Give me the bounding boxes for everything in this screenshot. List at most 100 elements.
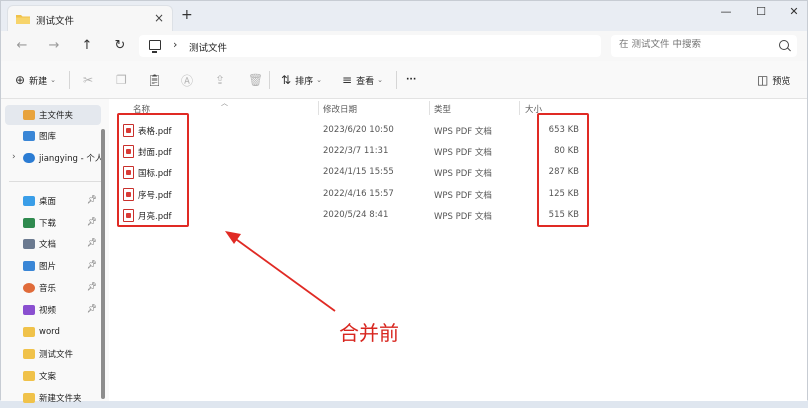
sidebar-item-pictures[interactable]: 图片 📌︎ — [5, 256, 101, 276]
more-options-button[interactable]: ··· — [406, 72, 416, 88]
chevron-down-icon: ⌄ — [377, 76, 383, 84]
tab-current-folder[interactable]: 测试文件 × — [7, 5, 173, 31]
column-divider[interactable] — [318, 101, 319, 115]
cut-icon[interactable]: ✂ — [83, 72, 93, 88]
sidebar-item-label: 测试文件 — [39, 350, 74, 360]
sidebar-item-label: 主文件夹 — [39, 111, 74, 121]
search-icon[interactable] — [779, 40, 789, 50]
file-row[interactable]: 封面.pdf 2022/3/7 11:31 WPS PDF 文档 80 KB — [109, 141, 807, 162]
sidebar-item-gallery[interactable]: 图库 — [5, 126, 101, 146]
sidebar-item-label: 视频 — [39, 306, 57, 316]
highlight-box-sizes — [537, 113, 589, 227]
preview-button-label: 预览 — [772, 76, 791, 87]
file-date: 2020/5/24 8:41 — [323, 210, 389, 220]
pin-icon[interactable]: 📌︎ — [87, 260, 97, 269]
sidebar-item-documents[interactable]: 文档 📌︎ — [5, 234, 101, 254]
new-tab-button[interactable]: + — [181, 8, 193, 22]
view-button[interactable]: ≡ 查看 ⌄ — [342, 72, 383, 88]
file-list: 名称 ︿ 修改日期 类型 大小 表格.pdf 2023/6/20 10:50 W… — [109, 99, 807, 401]
chevron-right-icon[interactable]: › — [12, 152, 16, 162]
sidebar-item-music[interactable]: 音乐 📌︎ — [5, 278, 101, 298]
maximize-button[interactable]: ☐ — [754, 5, 768, 19]
sort-button-label: 排序 — [295, 76, 314, 87]
sidebar-item-test-files[interactable]: 测试文件 — [5, 344, 101, 364]
file-explorer-window: 测试文件 × + — ☐ ✕ ← → ↑ ↻ › 测试文件 ⊕ 新建 ⌄ ✂ ❐ — [0, 0, 808, 404]
sidebar-item-home[interactable]: 主文件夹 — [5, 105, 101, 125]
pin-icon[interactable]: 📌︎ — [87, 238, 97, 247]
gallery-icon — [23, 131, 35, 141]
up-button[interactable]: ↑ — [79, 38, 95, 54]
refresh-button[interactable]: ↻ — [112, 38, 128, 54]
search-input[interactable] — [619, 39, 769, 50]
pin-icon[interactable]: 📌︎ — [87, 217, 97, 226]
preview-button[interactable]: ◫ 预览 — [757, 72, 790, 88]
share-icon[interactable]: ⇪ — [215, 72, 225, 88]
sidebar-item-label: 文档 — [39, 240, 57, 250]
sidebar-item-label: 图片 — [39, 262, 57, 272]
file-type: WPS PDF 文档 — [434, 169, 492, 179]
view-list-icon: ≡ — [342, 73, 353, 87]
sidebar-item-videos[interactable]: 视频 📌︎ — [5, 300, 101, 320]
annotation-label: 合并前 — [339, 321, 399, 345]
new-button[interactable]: ⊕ 新建 ⌄ — [15, 72, 56, 88]
folder-icon — [23, 371, 35, 381]
chevron-right-icon[interactable]: › — [173, 38, 177, 51]
file-date: 2023/6/20 10:50 — [323, 125, 394, 135]
pin-icon[interactable]: 📌︎ — [87, 304, 97, 313]
toolbar-divider — [69, 71, 70, 89]
forward-button[interactable]: → — [46, 38, 62, 54]
sort-ascending-icon: ︿ — [221, 99, 228, 107]
scrollbar-thumb[interactable] — [101, 129, 105, 399]
file-type: WPS PDF 文档 — [434, 148, 492, 158]
file-row[interactable]: 月亮.pdf 2020/5/24 8:41 WPS PDF 文档 515 KB — [109, 205, 807, 226]
sidebar-item-downloads[interactable]: 下载 📌︎ — [5, 213, 101, 233]
sort-icon: ⇅ — [281, 73, 292, 87]
folder-icon — [23, 349, 35, 359]
sidebar-item-copywriting[interactable]: 文案 — [5, 366, 101, 386]
pictures-icon — [23, 261, 35, 271]
file-row[interactable]: 国标.pdf 2024/1/15 15:55 WPS PDF 文档 287 KB — [109, 162, 807, 183]
breadcrumb-current-folder[interactable]: 测试文件 — [189, 40, 227, 54]
close-window-button[interactable]: ✕ — [787, 5, 801, 19]
column-divider[interactable] — [519, 101, 520, 115]
preview-pane-icon: ◫ — [757, 73, 769, 87]
delete-icon[interactable]: 🗑︎ — [248, 72, 263, 88]
new-button-label: 新建 — [29, 76, 48, 87]
toolbar-divider — [269, 71, 270, 89]
paste-icon[interactable]: 📋︎ — [147, 72, 162, 88]
column-divider[interactable] — [429, 101, 430, 115]
copy-icon[interactable]: ❐ — [116, 72, 127, 88]
tab-title: 测试文件 — [36, 16, 75, 27]
sidebar-item-label: 文案 — [39, 372, 57, 382]
tab-close-icon[interactable]: × — [154, 11, 164, 25]
minimize-button[interactable]: — — [719, 5, 733, 19]
file-type: WPS PDF 文档 — [434, 212, 492, 222]
rename-icon[interactable]: Ⓐ — [181, 72, 193, 88]
command-bar: ⊕ 新建 ⌄ ✂ ❐ 📋︎ Ⓐ ⇪ 🗑︎ ⇅ 排序 ⌄ ≡ 查看 ⌄ ··· ◫… — [1, 61, 807, 99]
sidebar-scrollbar[interactable] — [101, 99, 105, 401]
sidebar-item-label: 音乐 — [39, 284, 57, 294]
sidebar-item-new-folder[interactable]: 新建文件夹 — [5, 388, 101, 408]
pin-icon[interactable]: 📌︎ — [87, 282, 97, 291]
sidebar-item-word[interactable]: word — [5, 322, 101, 342]
folder-icon — [16, 15, 30, 24]
sidebar-item-label: 桌面 — [39, 197, 57, 207]
file-row[interactable]: 表格.pdf 2023/6/20 10:50 WPS PDF 文档 653 KB — [109, 120, 807, 141]
home-icon — [23, 110, 35, 120]
file-date: 2022/3/7 11:31 — [323, 146, 389, 156]
sidebar-item-desktop[interactable]: 桌面 📌︎ — [5, 191, 101, 211]
sidebar-item-onedrive[interactable]: › jiangying - 个人 — [5, 148, 101, 168]
file-row[interactable]: 序号.pdf 2022/4/16 15:57 WPS PDF 文档 125 KB — [109, 184, 807, 205]
music-icon — [23, 283, 35, 293]
column-header-date[interactable]: 修改日期 — [323, 103, 357, 115]
chevron-down-icon: ⌄ — [316, 76, 322, 84]
column-header-type[interactable]: 类型 — [434, 103, 451, 115]
back-button[interactable]: ← — [14, 38, 30, 54]
search-box[interactable] — [611, 35, 797, 57]
this-pc-icon[interactable] — [149, 40, 161, 53]
folder-icon — [23, 393, 35, 403]
sidebar-divider — [9, 181, 101, 182]
breadcrumb[interactable]: › 测试文件 — [139, 35, 601, 57]
pin-icon[interactable]: 📌︎ — [87, 195, 97, 204]
sort-button[interactable]: ⇅ 排序 ⌄ — [281, 72, 322, 88]
